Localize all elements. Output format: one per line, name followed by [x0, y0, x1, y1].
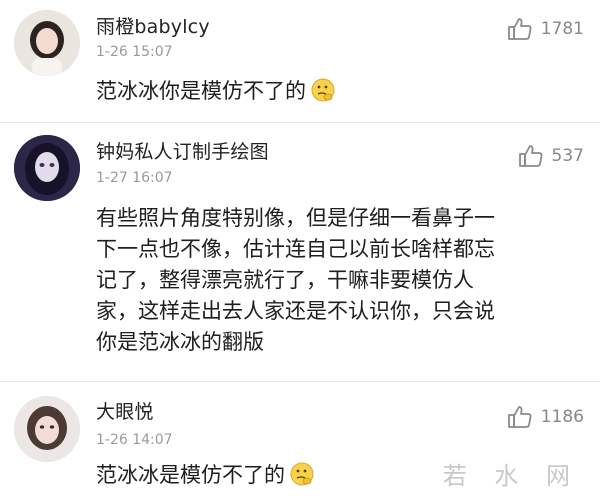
- thumbs-up-icon: [507, 16, 533, 42]
- comment-line: 家，这样走出去人家还是不认识你，只会说: [96, 299, 495, 323]
- comment-text-body: 范冰冰是模仿不了的: [96, 463, 285, 487]
- like-button[interactable]: 1781: [507, 16, 584, 42]
- thinking-face-emoji: [289, 461, 315, 487]
- comment-line: 记了，整得漂亮就行了，干嘛非要模仿人: [96, 268, 474, 292]
- comment-line: 有些照片角度特别像，但是仔细一看鼻子一: [96, 206, 495, 230]
- like-count: 537: [551, 146, 584, 166]
- timestamp: 1-26 14:07: [96, 432, 173, 448]
- like-button[interactable]: 537: [518, 143, 584, 169]
- avatar[interactable]: [14, 396, 80, 462]
- comment-text: 有些照片角度特别像，但是仔细一看鼻子一 下一点也不像，估计连自己以前长啥样都忘 …: [96, 203, 572, 358]
- like-count: 1781: [540, 19, 584, 39]
- comment-text-body: 范冰冰你是模仿不了的: [96, 79, 306, 103]
- watermark: 若 水 网: [442, 462, 580, 490]
- comment-text: 范冰冰你是模仿不了的: [96, 76, 560, 107]
- avatar[interactable]: [14, 135, 80, 201]
- like-count: 1186: [540, 407, 584, 427]
- timestamp: 1-27 16:07: [96, 170, 173, 186]
- thumbs-up-icon: [507, 404, 533, 430]
- like-button[interactable]: 1186: [507, 404, 584, 430]
- comment-item: 钟妈私人订制手绘图 1-27 16:07 537 有些照片角度特别像，但是仔细一…: [0, 123, 600, 381]
- username[interactable]: 雨橙babylcy: [96, 12, 210, 39]
- comment-item: 雨橙babylcy 1-26 15:07 1781 范冰冰你是模仿不了的: [0, 0, 600, 122]
- comment-list: 雨橙babylcy 1-26 15:07 1781 范冰冰你是模仿不了的 钟妈私…: [0, 0, 600, 499]
- thumbs-up-icon: [518, 143, 544, 169]
- thinking-face-emoji: [310, 77, 336, 103]
- avatar[interactable]: [14, 10, 80, 76]
- comment-line: 下一点也不像，估计连自己以前长啥样都忘: [96, 237, 495, 261]
- username[interactable]: 钟妈私人订制手绘图: [96, 137, 269, 164]
- username[interactable]: 大眼悦: [96, 397, 154, 424]
- comment-line: 你是范冰冰的翻版: [96, 330, 264, 354]
- timestamp: 1-26 15:07: [96, 44, 173, 60]
